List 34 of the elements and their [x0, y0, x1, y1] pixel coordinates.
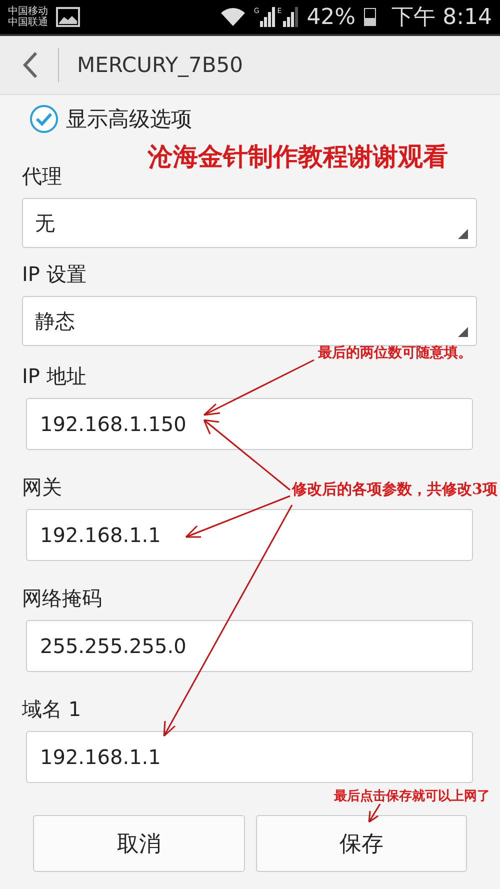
battery-percent: 42%	[306, 4, 356, 30]
field-label: IP 设置	[22, 261, 86, 288]
annotation-title: 沧海金针制作教程谢谢观看	[148, 141, 448, 173]
carrier-name: 中国联通	[8, 17, 48, 28]
annotation-note: 修改后的各项参数，共修改3项	[292, 480, 498, 499]
checkbox[interactable]	[30, 105, 58, 133]
checkbox-label: 显示高级选项	[66, 106, 192, 133]
dropdown-arrow-icon	[458, 327, 468, 337]
battery-icon	[364, 8, 376, 26]
dialog-button[interactable]: 取消	[33, 815, 244, 872]
field-label: IP 地址	[22, 363, 86, 390]
clock: 下午 8:14	[392, 4, 492, 32]
field-label: 网络掩码	[22, 585, 102, 612]
input-field[interactable]: 255.255.255.0	[26, 620, 473, 672]
annotation-note: 最后点击保存就可以上网了	[334, 788, 490, 805]
picture-icon	[56, 7, 80, 27]
input-field[interactable]: 192.168.1.150	[26, 398, 473, 450]
dropdown-arrow-icon	[458, 229, 468, 239]
dropdown[interactable]: 静态	[22, 296, 477, 346]
signal-icon	[260, 7, 276, 27]
back-icon	[22, 51, 38, 79]
signal-icon	[282, 7, 299, 27]
annotation-note: 最后的两位数可随意填。	[318, 344, 472, 362]
arrow	[368, 804, 381, 823]
field-label: 域名 1	[22, 696, 82, 723]
field-label: 代理	[22, 163, 62, 190]
carrier-name: 中国移动	[8, 6, 48, 17]
network-title: MERCURY_7B50	[77, 53, 244, 77]
input-field[interactable]: 192.168.1.1	[26, 509, 473, 561]
field-label: 网关	[22, 474, 62, 501]
dialog-button[interactable]: 保存	[256, 815, 467, 872]
wifi-icon	[220, 7, 246, 27]
dropdown[interactable]: 无	[22, 198, 477, 248]
input-field[interactable]: 192.168.1.1	[26, 731, 473, 783]
